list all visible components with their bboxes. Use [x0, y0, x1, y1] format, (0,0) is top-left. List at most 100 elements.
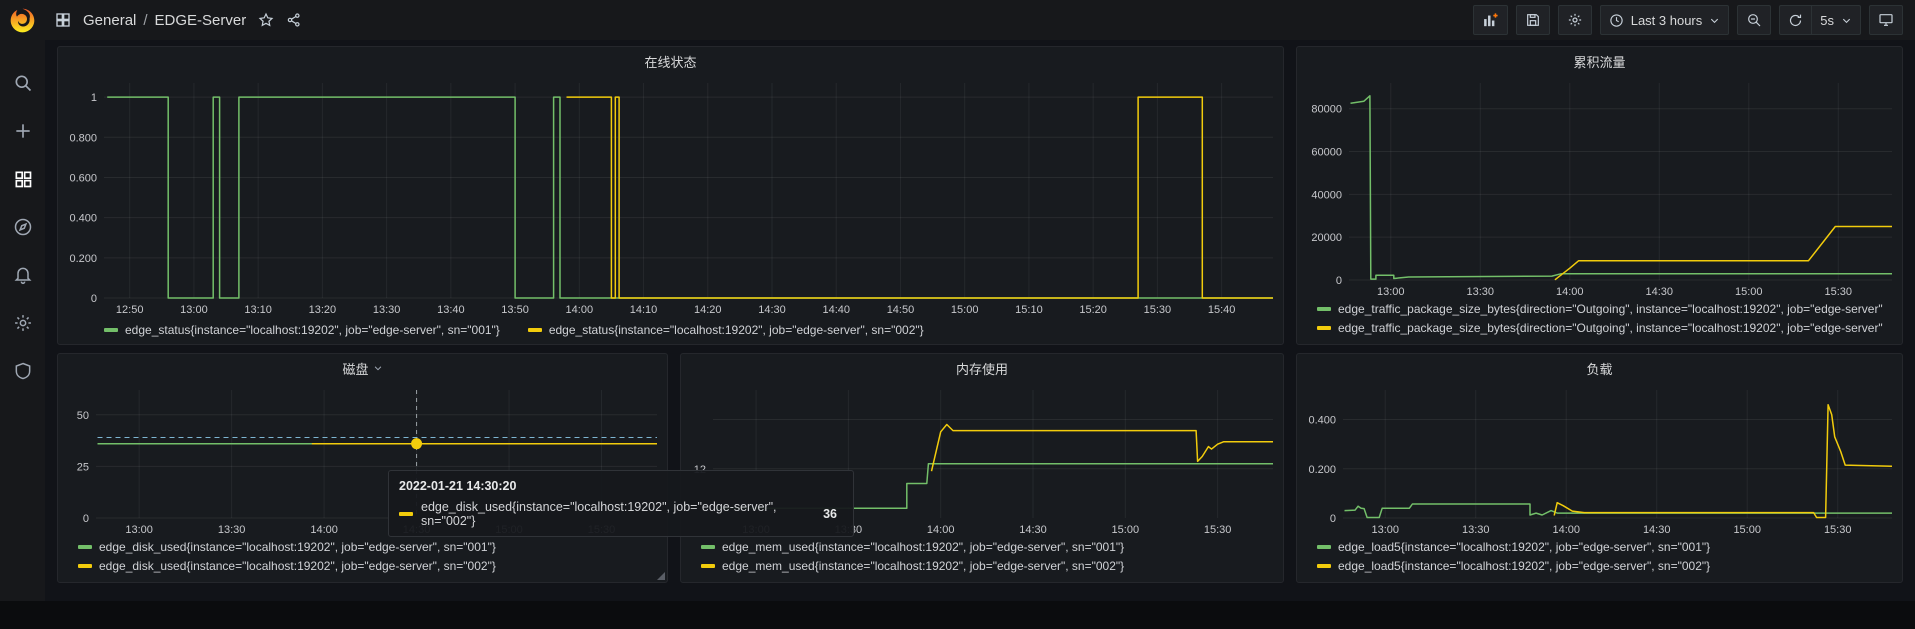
legend-swatch: [1317, 307, 1331, 311]
svg-text:14:40: 14:40: [822, 304, 850, 316]
svg-text:0.400: 0.400: [69, 213, 97, 225]
kiosk-monitor-button[interactable]: [1869, 5, 1903, 35]
chevron-down-icon: [1709, 15, 1720, 26]
refresh-group: 5s: [1779, 5, 1861, 35]
panel-load: 负载 13:00 13:30 14:00 14:30 15:00 15:30 0 0.200 0…: [1296, 353, 1903, 583]
legend-item[interactable]: edge_disk_used{instance="localhost:19202…: [78, 540, 661, 554]
svg-text:15:30: 15:30: [1824, 524, 1852, 536]
svg-text:14:50: 14:50: [887, 304, 915, 316]
svg-text:15:00: 15:00: [951, 304, 979, 316]
share-icon[interactable]: [286, 12, 302, 28]
svg-text:0.600: 0.600: [69, 172, 97, 184]
chart-load[interactable]: 13:00 13:30 14:00 14:30 15:00 15:30 0 0.200 0.40…: [1297, 382, 1902, 538]
legend-item[interactable]: edge_traffic_package_size_bytes{directio…: [1317, 321, 1896, 335]
panel-title-online-status[interactable]: 在线状态: [58, 47, 1283, 75]
panel-title-memory[interactable]: 内存使用: [681, 354, 1283, 382]
server-admin-shield-icon[interactable]: [10, 358, 36, 384]
apps-grid-icon: [55, 12, 71, 28]
svg-text:14:00: 14:00: [1552, 524, 1580, 536]
svg-text:0.400: 0.400: [1308, 415, 1336, 427]
dashboards-grid-icon[interactable]: [10, 166, 36, 192]
configuration-gear-icon[interactable]: [10, 310, 36, 336]
svg-text:15:00: 15:00: [1112, 524, 1140, 536]
breadcrumb-folder[interactable]: General: [83, 12, 136, 29]
alerting-bell-icon[interactable]: [10, 262, 36, 288]
svg-text:13:50: 13:50: [501, 304, 529, 316]
panel-online-status: 在线状态 12:5013:0013:1013:2013:3013:4013:50…: [57, 46, 1284, 345]
star-icon[interactable]: [258, 12, 274, 28]
svg-text:15:30: 15:30: [1144, 304, 1172, 316]
svg-text:14:00: 14:00: [1556, 286, 1584, 298]
svg-text:13:30: 13:30: [373, 304, 401, 316]
legend-swatch: [1317, 545, 1331, 549]
legend-swatch: [78, 564, 92, 568]
chart-traffic[interactable]: 13:0013:3014:0014:3015:0015:300200004000…: [1297, 75, 1902, 300]
zoom-out-button[interactable]: [1737, 5, 1771, 35]
legend-item[interactable]: edge_traffic_package_size_bytes{directio…: [1317, 302, 1896, 316]
panel-title-disk[interactable]: 磁盘: [58, 354, 667, 382]
tooltip-series-swatch: [399, 512, 413, 516]
svg-text:14:00: 14:00: [566, 304, 594, 316]
legend-item[interactable]: edge_load5{instance="localhost:19202", j…: [1317, 540, 1896, 554]
svg-text:1: 1: [91, 92, 97, 104]
legend-item[interactable]: edge_status{instance="localhost:19202", …: [528, 323, 924, 337]
svg-text:12:50: 12:50: [116, 304, 144, 316]
svg-text:15:20: 15:20: [1079, 304, 1107, 316]
chart-online-status[interactable]: 12:5013:0013:1013:2013:3013:4013:5014:00…: [58, 75, 1283, 318]
svg-text:13:30: 13:30: [218, 524, 246, 536]
svg-text:14:10: 14:10: [630, 304, 658, 316]
legend-swatch: [104, 328, 118, 332]
breadcrumb-dashboard-title: EDGE-Server: [155, 12, 247, 29]
svg-text:13:40: 13:40: [437, 304, 465, 316]
svg-text:13:30: 13:30: [1467, 286, 1495, 298]
graph-tooltip: 2022-01-21 14:30:20 edge_disk_used{insta…: [388, 470, 854, 537]
sidebar: [0, 0, 45, 601]
svg-text:0.800: 0.800: [69, 132, 97, 144]
explore-compass-icon[interactable]: [10, 214, 36, 240]
add-panel-button[interactable]: [1473, 5, 1508, 35]
svg-text:15:00: 15:00: [1733, 524, 1761, 536]
svg-text:14:20: 14:20: [694, 304, 722, 316]
grafana-dashboard: General / EDGE-Server Last 3: [0, 0, 1915, 629]
svg-text:20000: 20000: [1311, 232, 1342, 244]
svg-text:13:10: 13:10: [244, 304, 272, 316]
legend-swatch: [78, 545, 92, 549]
time-range-label: Last 3 hours: [1631, 13, 1703, 28]
svg-text:0: 0: [1330, 513, 1336, 525]
svg-text:13:00: 13:00: [1371, 524, 1399, 536]
legend-swatch: [701, 564, 715, 568]
chevron-down-icon: [1841, 15, 1852, 26]
svg-text:15:40: 15:40: [1208, 304, 1236, 316]
save-dashboard-button[interactable]: [1516, 5, 1550, 35]
svg-text:14:00: 14:00: [927, 524, 955, 536]
panel-title-traffic[interactable]: 累积流量: [1297, 47, 1902, 75]
panel-resize-handle[interactable]: [657, 572, 665, 580]
svg-text:40000: 40000: [1311, 189, 1342, 201]
svg-text:15:30: 15:30: [1825, 286, 1853, 298]
svg-text:13:30: 13:30: [1462, 524, 1490, 536]
tooltip-series-value: 36: [823, 507, 843, 521]
create-plus-icon[interactable]: [10, 118, 36, 144]
svg-text:14:30: 14:30: [1019, 524, 1047, 536]
time-range-picker[interactable]: Last 3 hours: [1600, 5, 1730, 35]
legend-item[interactable]: edge_disk_used{instance="localhost:19202…: [78, 559, 661, 573]
search-icon[interactable]: [10, 70, 36, 96]
legend-item[interactable]: edge_status{instance="localhost:19202", …: [104, 323, 500, 337]
svg-text:14:30: 14:30: [1646, 286, 1674, 298]
panel-memory: 内存使用 13:0013:3014:0014:3015:0015:3012 ed…: [680, 353, 1284, 583]
refresh-interval-picker[interactable]: 5s: [1811, 5, 1861, 35]
svg-text:14:30: 14:30: [1643, 524, 1671, 536]
svg-text:15:30: 15:30: [1204, 524, 1232, 536]
dashboard-settings-button[interactable]: [1558, 5, 1592, 35]
legend-item[interactable]: edge_load5{instance="localhost:19202", j…: [1317, 559, 1896, 573]
legend-item[interactable]: edge_mem_used{instance="localhost:19202"…: [701, 559, 1277, 573]
panel-title-load[interactable]: 负载: [1297, 354, 1902, 382]
svg-text:0.200: 0.200: [1308, 464, 1336, 476]
breadcrumb[interactable]: General / EDGE-Server: [83, 12, 246, 29]
refresh-button[interactable]: [1779, 5, 1811, 35]
svg-text:15:10: 15:10: [1015, 304, 1043, 316]
grafana-logo-icon[interactable]: [9, 7, 36, 34]
svg-text:0.200: 0.200: [69, 253, 97, 265]
tooltip-timestamp: 2022-01-21 14:30:20: [399, 479, 843, 493]
legend-item[interactable]: edge_mem_used{instance="localhost:19202"…: [701, 540, 1277, 554]
